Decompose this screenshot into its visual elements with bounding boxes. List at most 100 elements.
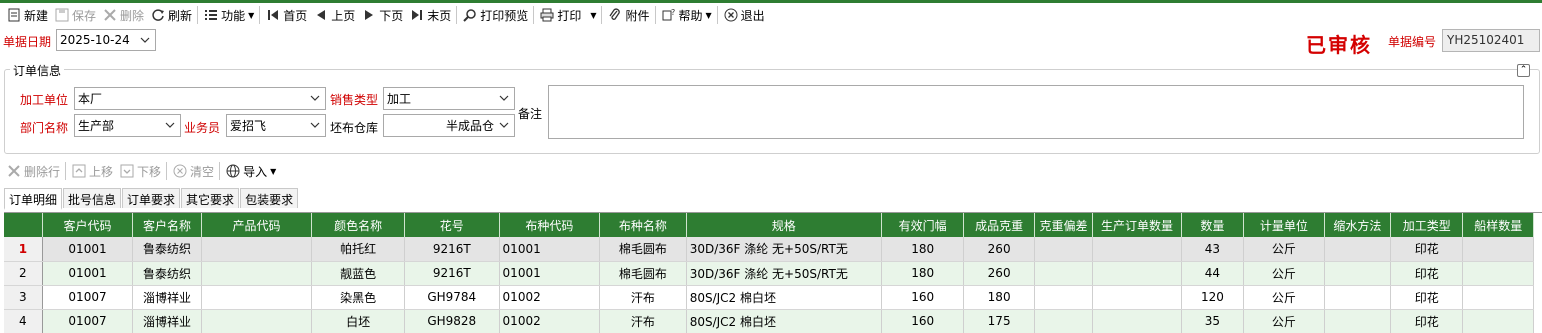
- chevron-down-icon[interactable]: [137, 32, 153, 48]
- column-header[interactable]: 有效门幅: [881, 213, 965, 237]
- table-cell[interactable]: 01007: [42, 285, 134, 310]
- column-header[interactable]: 布种名称: [599, 213, 687, 237]
- help-menu[interactable]: ? 帮助 ▼: [658, 4, 715, 26]
- table-cell[interactable]: [1034, 309, 1094, 333]
- table-cell[interactable]: 44: [1181, 261, 1245, 286]
- table-cell[interactable]: [1092, 285, 1182, 310]
- table-cell[interactable]: 160: [881, 309, 965, 333]
- table-cell[interactable]: GH9784: [404, 285, 500, 310]
- table-cell[interactable]: 260: [963, 237, 1035, 262]
- table-cell[interactable]: [1324, 237, 1392, 262]
- table-cell[interactable]: 01001: [42, 237, 134, 262]
- next-page-button[interactable]: 下页: [358, 4, 406, 26]
- table-cell[interactable]: 01007: [42, 309, 134, 333]
- import-menu[interactable]: 导入 ▼: [222, 160, 279, 182]
- table-cell[interactable]: 汗布: [599, 309, 687, 333]
- table-row[interactable]: 3 01007 淄博祥业 染黑色 GH9784 01002 汗布 80S/JC2 棉白坯 160…: [4, 285, 1534, 310]
- column-header[interactable]: 加工类型: [1390, 213, 1464, 237]
- column-header[interactable]: 成品克重: [963, 213, 1035, 237]
- table-cell[interactable]: 30D/36F 涤纶 无+50S/RT无: [686, 261, 882, 286]
- table-cell[interactable]: 棉毛圆布: [599, 237, 687, 262]
- warehouse-select[interactable]: 半成品仓: [383, 114, 515, 137]
- table-cell[interactable]: 印花: [1390, 237, 1464, 262]
- tab-packaging-requirements[interactable]: 包装要求: [240, 188, 299, 208]
- table-cell[interactable]: [201, 261, 313, 286]
- table-cell[interactable]: 175: [963, 309, 1035, 333]
- table-cell[interactable]: GH9828: [404, 309, 500, 333]
- table-cell[interactable]: 180: [881, 261, 965, 286]
- table-cell[interactable]: 鲁泰纺织: [132, 237, 202, 262]
- attachment-button[interactable]: 附件: [604, 4, 652, 26]
- tab-order-requirements[interactable]: 订单要求: [122, 188, 181, 208]
- table-cell[interactable]: 9216T: [404, 261, 500, 286]
- column-header[interactable]: 客户名称: [132, 213, 202, 237]
- column-header[interactable]: 规格: [686, 213, 882, 237]
- table-cell[interactable]: 淄博祥业: [132, 285, 202, 310]
- table-cell[interactable]: 染黑色: [311, 285, 405, 310]
- column-header[interactable]: 克重偏差: [1034, 213, 1094, 237]
- move-up-button[interactable]: 上移: [68, 160, 116, 182]
- table-cell[interactable]: 01001: [42, 261, 134, 286]
- table-cell[interactable]: 180: [881, 237, 965, 262]
- table-cell[interactable]: [1092, 237, 1182, 262]
- table-cell[interactable]: 43: [1181, 237, 1245, 262]
- table-cell[interactable]: [1324, 309, 1392, 333]
- table-cell[interactable]: 35: [1181, 309, 1245, 333]
- table-cell[interactable]: 80S/JC2 棉白坯: [686, 309, 882, 333]
- delete-button[interactable]: 删除: [99, 4, 147, 26]
- table-cell[interactable]: 160: [881, 285, 965, 310]
- functions-menu[interactable]: 功能 ▼: [200, 4, 257, 26]
- column-header[interactable]: 计量单位: [1243, 213, 1325, 237]
- column-header[interactable]: 花号: [404, 213, 500, 237]
- column-header[interactable]: 布种代码: [499, 213, 601, 237]
- table-cell[interactable]: 印花: [1390, 261, 1464, 286]
- print-menu[interactable]: 打印 ▼: [536, 4, 599, 26]
- tab-other-requirements[interactable]: 其它要求: [181, 188, 240, 208]
- table-row[interactable]: 2 01001 鲁泰纺织 靓蓝色 9216T 01001 棉毛圆布 30D/36F 涤纶 无+…: [4, 261, 1534, 286]
- column-header[interactable]: 颜色名称: [311, 213, 405, 237]
- column-header[interactable]: 数量: [1181, 213, 1245, 237]
- table-cell[interactable]: 公斤: [1243, 237, 1325, 262]
- table-cell[interactable]: 01001: [499, 261, 601, 286]
- table-cell[interactable]: [1034, 237, 1094, 262]
- table-cell[interactable]: 鲁泰纺织: [132, 261, 202, 286]
- delete-row-button[interactable]: 删除行: [3, 160, 63, 182]
- exit-button[interactable]: 退出: [720, 4, 768, 26]
- table-cell[interactable]: 260: [963, 261, 1035, 286]
- table-cell[interactable]: 棉毛圆布: [599, 261, 687, 286]
- department-select[interactable]: 生产部: [74, 114, 181, 137]
- table-cell[interactable]: [1034, 261, 1094, 286]
- table-cell[interactable]: 公斤: [1243, 285, 1325, 310]
- table-cell[interactable]: [1462, 237, 1534, 262]
- table-cell[interactable]: [201, 309, 313, 333]
- table-cell[interactable]: 白坯: [311, 309, 405, 333]
- table-cell[interactable]: [1034, 285, 1094, 310]
- table-cell[interactable]: [1092, 309, 1182, 333]
- refresh-button[interactable]: 刷新: [147, 4, 195, 26]
- table-row[interactable]: 4 01007 淄博祥业 白坯 GH9828 01002 汗布 80S/JC2 棉白坯 160 1…: [4, 309, 1534, 333]
- new-button[interactable]: 新建: [3, 4, 51, 26]
- sales-type-select[interactable]: 加工: [383, 87, 515, 110]
- table-cell[interactable]: 01002: [499, 309, 601, 333]
- table-cell[interactable]: 01002: [499, 285, 601, 310]
- table-cell[interactable]: 靓蓝色: [311, 261, 405, 286]
- table-cell[interactable]: 帕托红: [311, 237, 405, 262]
- print-preview-button[interactable]: 打印预览: [459, 4, 531, 26]
- clear-button[interactable]: 清空: [169, 160, 217, 182]
- move-down-button[interactable]: 下移: [116, 160, 164, 182]
- table-cell[interactable]: [1324, 261, 1392, 286]
- chevron-down-icon[interactable]: [307, 117, 323, 133]
- table-cell[interactable]: 30D/36F 涤纶 无+50S/RT无: [686, 237, 882, 262]
- table-cell[interactable]: 印花: [1390, 309, 1464, 333]
- tab-batch-info[interactable]: 批号信息: [63, 188, 122, 208]
- table-cell[interactable]: 80S/JC2 棉白坯: [686, 285, 882, 310]
- table-cell[interactable]: 公斤: [1243, 309, 1325, 333]
- table-cell[interactable]: [1462, 261, 1534, 286]
- tab-order-details[interactable]: 订单明细: [4, 188, 63, 210]
- doc-no-field[interactable]: YH25102401: [1442, 29, 1540, 52]
- table-cell[interactable]: [1462, 309, 1534, 333]
- table-cell[interactable]: 淄博祥业: [132, 309, 202, 333]
- column-header[interactable]: 生产订单数量: [1092, 213, 1182, 237]
- table-cell[interactable]: [1092, 261, 1182, 286]
- table-cell[interactable]: 印花: [1390, 285, 1464, 310]
